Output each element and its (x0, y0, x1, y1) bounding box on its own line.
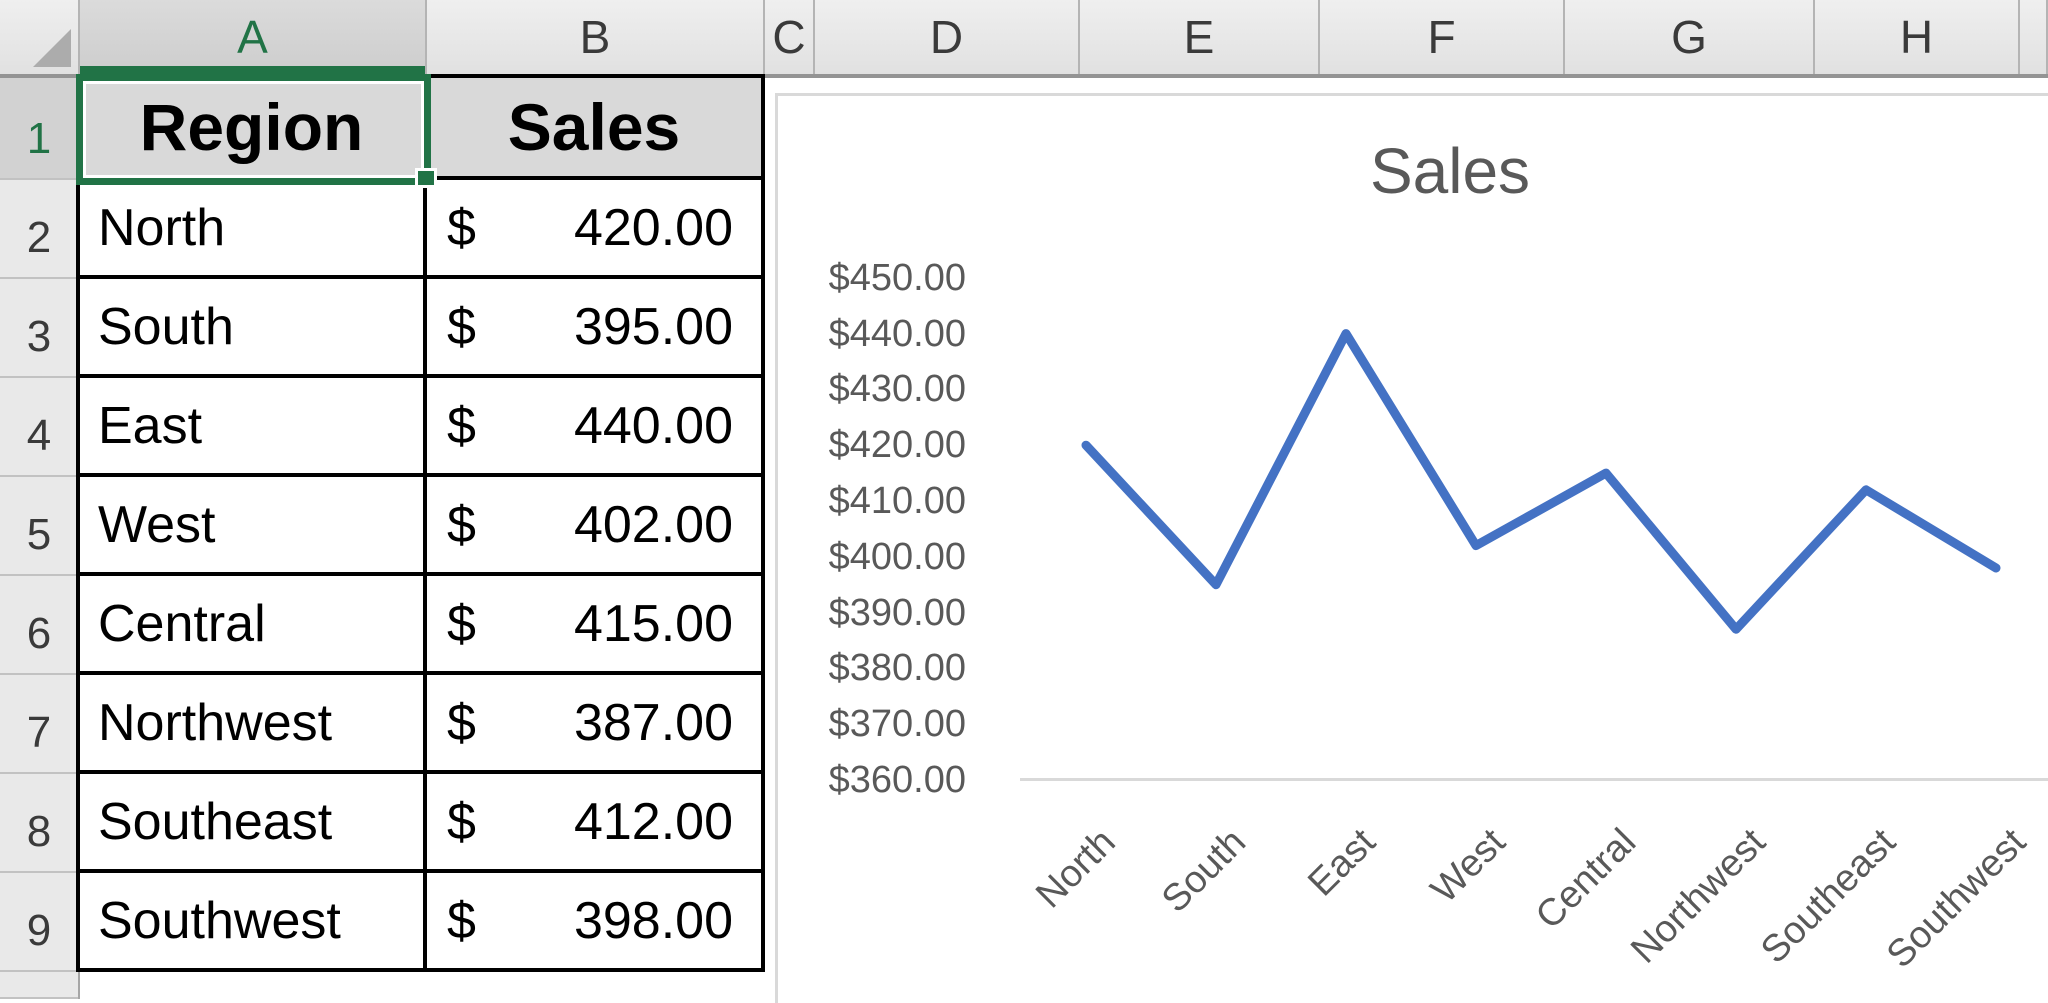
amount-value: 440.00 (574, 396, 733, 456)
amount-value: 398.00 (574, 891, 733, 951)
column-header-G[interactable]: G (1565, 0, 1815, 74)
cell-A6[interactable]: Central (80, 576, 427, 675)
excel-worksheet: ABCDEFGH 123456789 Region Sales North$42… (0, 0, 2048, 1003)
column-header-A[interactable]: A (80, 0, 427, 74)
cell-B7[interactable]: $387.00 (427, 675, 765, 774)
currency-symbol: $ (447, 396, 476, 456)
amount-value: 395.00 (574, 297, 733, 357)
column-header-D[interactable]: D (815, 0, 1080, 74)
row-header-7[interactable]: 7 (0, 675, 78, 774)
sales-chart[interactable]: Sales $450.00$440.00$430.00$420.00$410.0… (775, 93, 2048, 1003)
cell-B4[interactable]: $440.00 (427, 378, 765, 477)
cell-A9[interactable]: Southwest (80, 873, 427, 972)
cell-B2[interactable]: $420.00 (427, 180, 765, 279)
cell-A7[interactable]: Northwest (80, 675, 427, 774)
region-sales-table: Region Sales North$420.00South$395.00Eas… (76, 74, 765, 972)
select-all-button[interactable] (0, 0, 80, 74)
row-header-1[interactable]: 1 (0, 78, 78, 180)
currency-symbol: $ (447, 297, 476, 357)
amount-value: 402.00 (574, 495, 733, 555)
row-header-8[interactable]: 8 (0, 774, 78, 873)
cell-B1[interactable]: Sales (427, 78, 765, 180)
currency-symbol: $ (447, 693, 476, 753)
row-header-4[interactable]: 4 (0, 378, 78, 477)
cell-B3[interactable]: $395.00 (427, 279, 765, 378)
cell-A8[interactable]: Southeast (80, 774, 427, 873)
column-header-H[interactable]: H (1815, 0, 2020, 74)
row-header-6[interactable]: 6 (0, 576, 78, 675)
fill-handle[interactable] (415, 168, 437, 188)
cell-B5[interactable]: $402.00 (427, 477, 765, 576)
row-header-5[interactable]: 5 (0, 477, 78, 576)
row-header-2[interactable]: 2 (0, 180, 78, 279)
amount-value: 420.00 (574, 198, 733, 258)
currency-symbol: $ (447, 792, 476, 852)
amount-value: 387.00 (574, 693, 733, 753)
currency-symbol: $ (447, 198, 476, 258)
select-all-triangle-icon (33, 29, 71, 67)
column-header-row: ABCDEFGH (0, 0, 2048, 78)
cell-A1[interactable]: Region (80, 78, 427, 180)
column-header-F[interactable]: F (1320, 0, 1565, 74)
cell-B8[interactable]: $412.00 (427, 774, 765, 873)
amount-value: 412.00 (574, 792, 733, 852)
column-header-C[interactable]: C (765, 0, 815, 74)
cell-A2[interactable]: North (80, 180, 427, 279)
sales-line (1086, 334, 1996, 630)
column-header-partial[interactable] (2020, 0, 2048, 74)
column-header-E[interactable]: E (1080, 0, 1320, 74)
row-header-9[interactable]: 9 (0, 873, 78, 972)
currency-symbol: $ (447, 891, 476, 951)
cell-A5[interactable]: West (80, 477, 427, 576)
row-header-column: 123456789 (0, 78, 80, 999)
row-header-partial[interactable] (0, 972, 78, 999)
cell-A4[interactable]: East (80, 378, 427, 477)
cell-A3[interactable]: South (80, 279, 427, 378)
currency-symbol: $ (447, 594, 476, 654)
currency-symbol: $ (447, 495, 476, 555)
column-header-B[interactable]: B (427, 0, 765, 74)
cell-B9[interactable]: $398.00 (427, 873, 765, 972)
row-header-3[interactable]: 3 (0, 279, 78, 378)
cell-B6[interactable]: $415.00 (427, 576, 765, 675)
amount-value: 415.00 (574, 594, 733, 654)
